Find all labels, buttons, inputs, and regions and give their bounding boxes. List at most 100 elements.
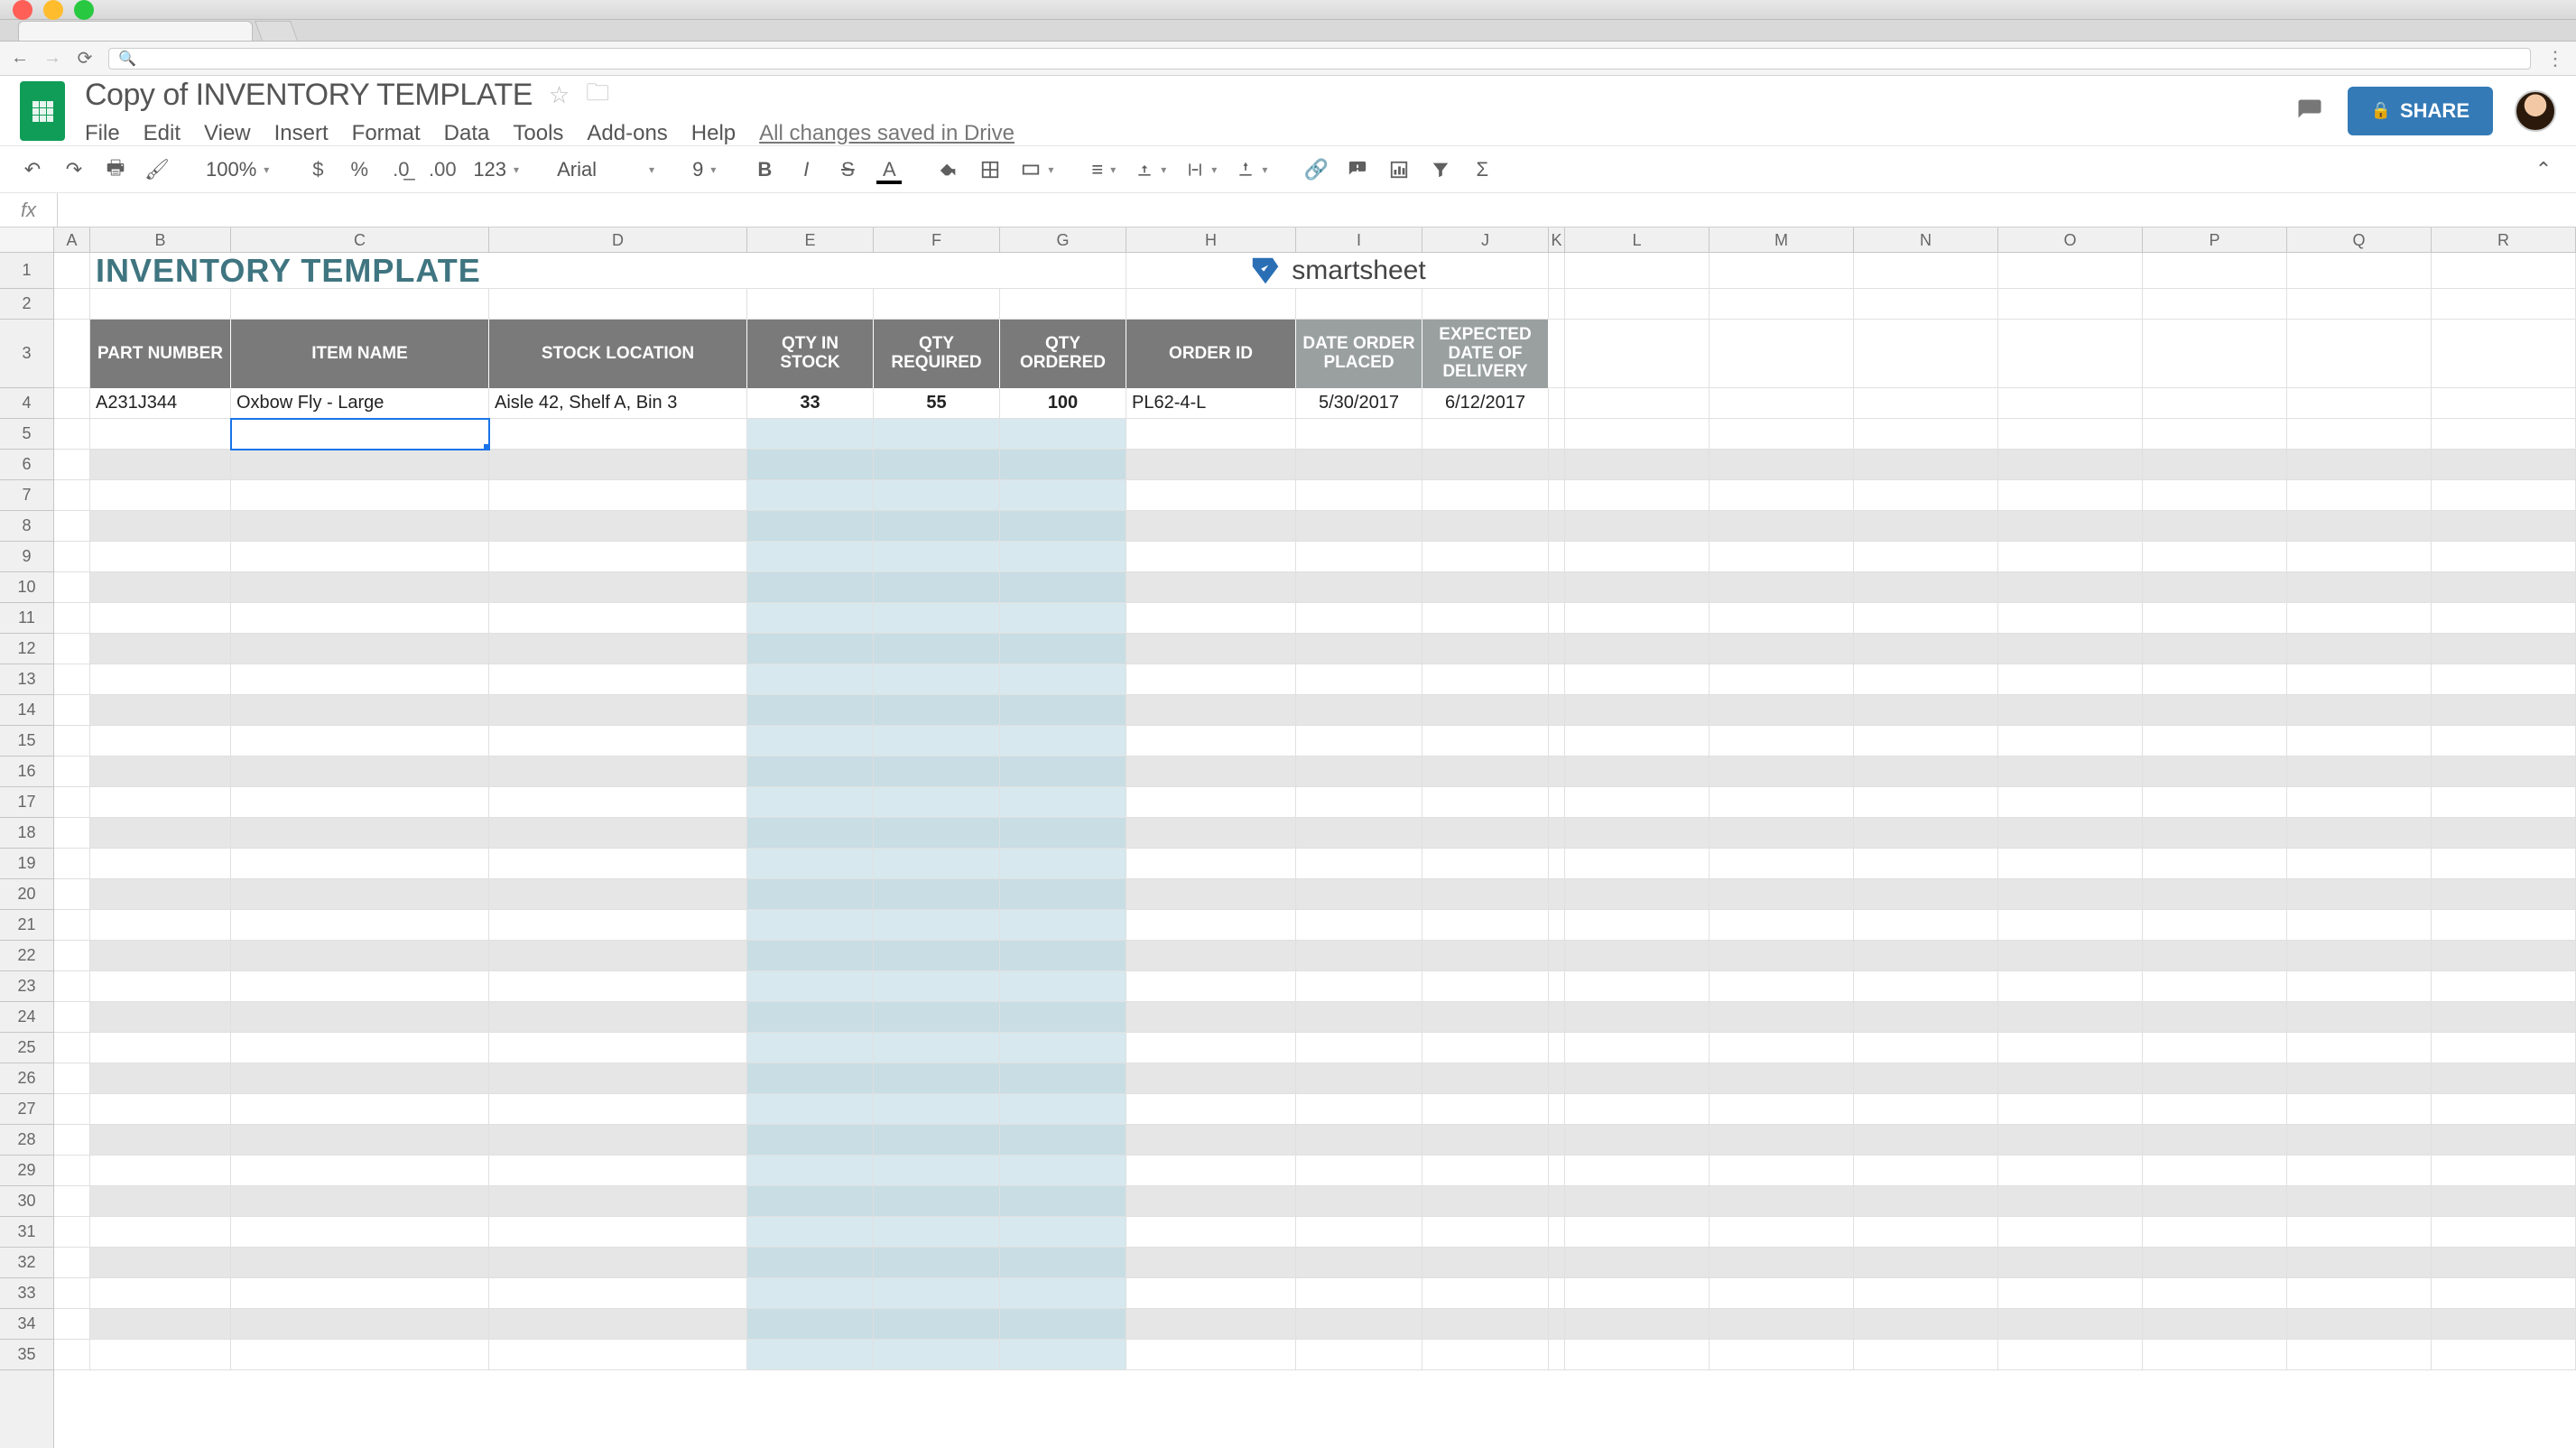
cell-D21[interactable] [489,910,747,941]
cell-J11[interactable] [1422,603,1549,634]
cell-H17[interactable] [1126,787,1296,818]
cell-R33[interactable] [2432,1278,2576,1309]
cell-I18[interactable] [1296,818,1422,849]
cell-K3[interactable] [1549,320,1565,388]
cell-R10[interactable] [2432,572,2576,603]
cell-P24[interactable] [2143,1002,2287,1033]
row-header-9[interactable]: 9 [0,542,53,572]
cell-O35[interactable] [1998,1340,2143,1370]
cell-H33[interactable] [1126,1278,1296,1309]
row-header-26[interactable]: 26 [0,1063,53,1094]
cell-E5[interactable] [747,419,874,450]
cell-Q26[interactable] [2287,1063,2432,1094]
cell-E9[interactable] [747,542,874,572]
cell-C10[interactable] [231,572,489,603]
cell-N23[interactable] [1854,971,1998,1002]
cell-C4[interactable]: Oxbow Fly - Large [231,388,489,419]
cell-K9[interactable] [1549,542,1565,572]
cell-E10[interactable] [747,572,874,603]
cell-F14[interactable] [874,695,1000,726]
column-header-D[interactable]: D [489,227,747,253]
cell-F12[interactable] [874,634,1000,664]
borders-button[interactable] [974,153,1006,186]
cell-L33[interactable] [1565,1278,1710,1309]
cell-Q1[interactable] [2287,253,2432,289]
cell-D19[interactable] [489,849,747,879]
increase-decimal-button[interactable]: .00 [426,153,459,186]
cell-B12[interactable] [90,634,231,664]
cell-F30[interactable] [874,1186,1000,1217]
cell-Q15[interactable] [2287,726,2432,756]
cell-D35[interactable] [489,1340,747,1370]
cell-J8[interactable] [1422,511,1549,542]
cell-C33[interactable] [231,1278,489,1309]
cell-K15[interactable] [1549,726,1565,756]
column-header-B[interactable]: B [90,227,231,253]
cell-I24[interactable] [1296,1002,1422,1033]
cell-R22[interactable] [2432,941,2576,971]
cell-M9[interactable] [1710,542,1854,572]
cell-H6[interactable] [1126,450,1296,480]
cell-C23[interactable] [231,971,489,1002]
bold-button[interactable]: B [748,153,781,186]
cell-D2[interactable] [489,289,747,320]
cell-J34[interactable] [1422,1309,1549,1340]
cell-A27[interactable] [54,1094,90,1125]
cell-M5[interactable] [1710,419,1854,450]
cell-N6[interactable] [1854,450,1998,480]
cell-K7[interactable] [1549,480,1565,511]
cell-J6[interactable] [1422,450,1549,480]
row-header-5[interactable]: 5 [0,419,53,450]
row-header-17[interactable]: 17 [0,787,53,818]
cell-K18[interactable] [1549,818,1565,849]
strikethrough-button[interactable]: S [831,153,864,186]
cell-I33[interactable] [1296,1278,1422,1309]
cell-A20[interactable] [54,879,90,910]
number-format-dropdown[interactable]: 123▾ [468,153,524,186]
cell-F35[interactable] [874,1340,1000,1370]
cell-B23[interactable] [90,971,231,1002]
row-header-19[interactable]: 19 [0,849,53,879]
cell-I17[interactable] [1296,787,1422,818]
cell-M21[interactable] [1710,910,1854,941]
cell-K13[interactable] [1549,664,1565,695]
address-bar[interactable]: 🔍 [108,48,2531,70]
cell-B33[interactable] [90,1278,231,1309]
cell-F9[interactable] [874,542,1000,572]
cell-C5[interactable] [231,419,489,450]
column-header-M[interactable]: M [1710,227,1854,253]
cell-H10[interactable] [1126,572,1296,603]
cell-R20[interactable] [2432,879,2576,910]
cell-A12[interactable] [54,634,90,664]
cell-J23[interactable] [1422,971,1549,1002]
cell-N2[interactable] [1854,289,1998,320]
cell-Q17[interactable] [2287,787,2432,818]
cell-A24[interactable] [54,1002,90,1033]
cell-G6[interactable] [1000,450,1126,480]
cell-F18[interactable] [874,818,1000,849]
cell-Q8[interactable] [2287,511,2432,542]
paint-format-button[interactable]: 🖌 [141,153,173,186]
row-header-3[interactable]: 3 [0,320,53,388]
cell-H32[interactable] [1126,1248,1296,1278]
cell-I35[interactable] [1296,1340,1422,1370]
cell-N28[interactable] [1854,1125,1998,1156]
cell-F22[interactable] [874,941,1000,971]
fullscreen-window-icon[interactable] [74,0,94,20]
cell-O15[interactable] [1998,726,2143,756]
cell-F19[interactable] [874,849,1000,879]
cell-G20[interactable] [1000,879,1126,910]
cell-B17[interactable] [90,787,231,818]
column-header-R[interactable]: R [2432,227,2576,253]
sheets-logo-icon[interactable] [20,81,65,141]
cell-F20[interactable] [874,879,1000,910]
cell-C20[interactable] [231,879,489,910]
cell-E33[interactable] [747,1278,874,1309]
cell-H26[interactable] [1126,1063,1296,1094]
cell-G7[interactable] [1000,480,1126,511]
cell-I15[interactable] [1296,726,1422,756]
cell-Q12[interactable] [2287,634,2432,664]
cell-K25[interactable] [1549,1033,1565,1063]
cell-I11[interactable] [1296,603,1422,634]
cell-J24[interactable] [1422,1002,1549,1033]
